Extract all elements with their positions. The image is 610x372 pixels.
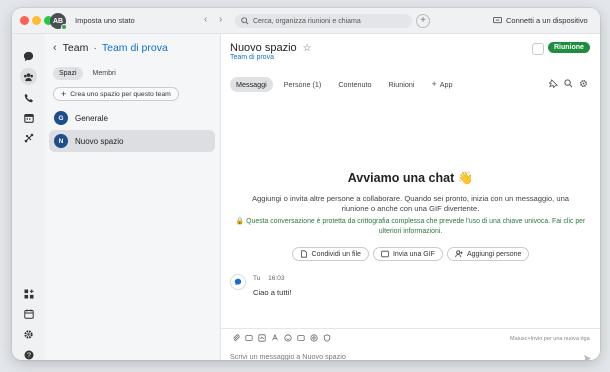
add-person-icon [455, 250, 463, 258]
calls-icon[interactable] [20, 89, 37, 106]
screenshot-icon[interactable] [245, 334, 253, 342]
space-tabs: Messaggi Persone (1) Contenuto Riunioni … [230, 76, 464, 92]
tab-members[interactable]: Membri [87, 67, 122, 80]
gif-picker-icon[interactable] [297, 334, 305, 342]
encryption-notice-link[interactable]: 🔒 Questa conversazione è protetta da cri… [231, 217, 590, 236]
apps-icon[interactable] [20, 285, 37, 302]
space-avatar: N [54, 134, 68, 148]
space-info-button[interactable] [532, 43, 544, 55]
composer-toolbar [232, 334, 336, 342]
attach-icon[interactable] [232, 334, 240, 342]
composer-divider [221, 328, 600, 329]
panel-tabs: Spazi Membri [53, 67, 126, 80]
set-status-link[interactable]: Imposta uno stato [75, 16, 135, 25]
message-time: 16:03 [268, 275, 285, 282]
encryption-notice-text: Questa conversazione è protetta da critt… [246, 218, 586, 235]
title-bar: AB Imposta uno stato ‹ › Cerca, organizz… [12, 8, 600, 34]
empty-state-title: Avviamo una chat 👋 [347, 171, 474, 185]
settings-icon[interactable] [20, 326, 37, 343]
message-text: Ciao a tutti! [253, 288, 292, 297]
connect-device-button[interactable]: Connetti a un dispositivo [493, 16, 588, 25]
space-toolbar [543, 79, 588, 88]
back-chevron-icon[interactable]: ‹ [53, 42, 57, 54]
space-item-generale[interactable]: G Generale [49, 107, 215, 129]
messaging-icon[interactable] [20, 48, 37, 65]
spaces-panel: ‹ Team · Team di prova Spazi Membri + Cr… [45, 34, 221, 360]
teams-icon[interactable] [20, 68, 37, 85]
empty-state-text: Aggiungi o invita altre persone a collab… [251, 194, 570, 213]
space-avatar: G [54, 111, 68, 125]
message-avatar [230, 274, 246, 290]
message-author: Tu [253, 275, 261, 282]
search-space-icon[interactable] [564, 79, 573, 88]
send-gif-label: Invia una GIF [392, 250, 435, 258]
share-file-button[interactable]: Condividi un file [291, 247, 369, 261]
whiteboard-icon[interactable] [258, 334, 266, 342]
tab-people[interactable]: Persone (1) [278, 77, 328, 92]
space-title: Nuovo spazio [230, 42, 297, 54]
tab-messages[interactable]: Messaggi [230, 76, 273, 92]
plus-icon: + [61, 89, 67, 99]
team-separator: · [93, 42, 97, 54]
help-icon[interactable]: ? [20, 346, 37, 360]
add-people-label: Aggiungi persone [466, 250, 522, 258]
star-icon[interactable]: ☆ [303, 43, 312, 54]
tab-meetings[interactable]: Riunioni [383, 77, 421, 92]
share-file-label: Condividi un file [311, 250, 361, 258]
search-placeholder: Cerca, organizza riunioni e chiama [253, 17, 361, 25]
tab-content[interactable]: Contenuto [332, 77, 377, 92]
space-name: Nuovo spazio [75, 136, 124, 146]
tab-apps-label: App [439, 80, 453, 89]
create-space-button[interactable]: + Crea uno spazio per questo team [53, 87, 179, 101]
close-window-button[interactable] [20, 16, 29, 25]
space-header: Nuovo spazio ☆ [230, 42, 312, 54]
file-icon [300, 250, 307, 258]
team-header: ‹ Team · Team di prova [53, 42, 168, 54]
send-gif-button[interactable]: Invia una GIF [372, 247, 443, 261]
gear-icon[interactable] [579, 79, 588, 88]
back-arrow-icon[interactable]: ‹ [204, 15, 207, 25]
activity-icon[interactable] [20, 129, 37, 146]
space-name: Generale [75, 113, 108, 123]
send-icon[interactable] [583, 350, 592, 360]
app-window: AB Imposta uno stato ‹ › Cerca, organizz… [12, 8, 600, 360]
add-people-button[interactable]: Aggiungi persone [446, 247, 530, 261]
meeting-button[interactable]: Riunione [548, 42, 590, 53]
svg-text:?: ? [27, 352, 31, 359]
secure-icon[interactable] [323, 334, 331, 342]
format-icon[interactable] [271, 334, 279, 342]
space-item-nuovo-spazio[interactable]: N Nuovo spazio [49, 130, 215, 152]
team-name-link[interactable]: Team di prova [102, 42, 168, 54]
team-label: Team [62, 42, 89, 54]
search-icon [241, 17, 249, 25]
gif-icon [381, 250, 389, 258]
tab-apps[interactable]: + App [425, 76, 458, 92]
minimize-window-button[interactable] [32, 16, 41, 25]
forward-arrow-icon[interactable]: › [219, 15, 222, 25]
main-content: Nuovo spazio ☆ Team di prova Riunione Me… [221, 34, 600, 360]
composer-hint: Maiusc+Invio per una nuova riga [510, 336, 590, 342]
user-avatar[interactable]: AB [50, 13, 67, 30]
create-space-label: Crea uno spazio per questo team [70, 90, 171, 98]
message-input[interactable]: Scrivi un messaggio a Nuovo spazio [230, 352, 346, 360]
mention-icon[interactable] [310, 334, 318, 342]
new-item-button[interactable]: + [416, 14, 430, 28]
presence-dot [61, 24, 67, 30]
message-meta: Tu 16:03 [253, 275, 284, 282]
emoji-icon[interactable] [284, 334, 292, 342]
connect-device-label: Connetti a un dispositivo [506, 16, 588, 25]
quick-actions: Condividi un file Invia una GIF Aggiungi… [221, 247, 600, 261]
schedule-icon[interactable] [20, 305, 37, 322]
chat-bubble-icon [234, 278, 242, 286]
left-rail: ? [12, 34, 45, 360]
device-icon [493, 17, 502, 24]
lock-icon: 🔒 [235, 218, 245, 225]
search-input[interactable]: Cerca, organizza riunioni e chiama [235, 14, 412, 28]
team-link[interactable]: Team di prova [230, 54, 274, 61]
plus-icon: + [431, 79, 437, 89]
tab-spaces[interactable]: Spazi [53, 67, 83, 80]
pin-icon[interactable] [549, 79, 558, 88]
calendar-icon[interactable] [20, 109, 37, 126]
